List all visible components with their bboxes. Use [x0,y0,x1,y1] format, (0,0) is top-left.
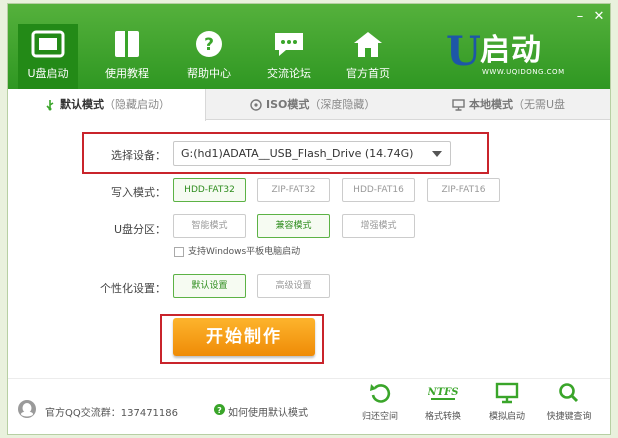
device-select[interactable]: G:(hd1)ADATA__USB_Flash_Drive (14.74G) [173,141,451,166]
chat-icon [275,33,303,56]
nav-tutorial[interactable]: 使用教程 [97,30,157,88]
nav-label: 帮助中心 [187,67,231,80]
nav-label: 交流论坛 [267,67,311,80]
personalize-advanced[interactable]: 高级设置 [257,274,330,298]
home-icon [354,32,382,57]
nav-label: U盘启动 [27,67,69,80]
simulate-boot-tool[interactable]: 模拟启动 [482,382,532,422]
tablet-support-checkbox[interactable] [174,246,184,257]
partition-compatible-mode[interactable]: 兼容模式 [257,214,330,238]
partition-smart-mode[interactable]: 智能模式 [173,214,246,238]
chevron-down-icon[interactable] [432,151,442,157]
brand-url: WWW.UQIDONG.COM [482,68,565,76]
tablet-support-label: 支持Windows平板电脑启动 [188,247,301,257]
tab-local-mode[interactable]: 本地模式（无需U盘 [452,89,565,120]
nav-label: 使用教程 [105,67,149,80]
monitor-icon [452,99,465,111]
tab-main-label: 默认模式 [60,98,104,111]
usb-icon [46,100,54,111]
brand-logo: U 启动 WWW.UQIDONG.COM [446,28,586,80]
disc-icon [250,99,262,111]
start-make-button[interactable]: 开始制作 [173,318,315,356]
tool-label: 归还空间 [361,412,398,422]
tab-sub-label: （深度隐藏） [309,98,376,111]
help-circle-icon: ? [214,404,225,415]
write-mode-label: 写入模式： [111,186,166,199]
partition-label: U盘分区： [113,223,166,236]
help-default-mode-link[interactable]: 如何使用默认模式 [228,404,308,419]
tab-sub-label: （隐藏启动） [104,98,170,111]
close-button[interactable]: ✕ [592,10,606,23]
format-convert-tool[interactable]: NTFS 格式转换 [418,382,468,422]
footer-divider [8,378,610,379]
device-value: G:(hd1)ADATA__USB_Flash_Drive (14.74G) [181,147,414,160]
nav-usb-boot[interactable]: U盘启动 [18,24,78,89]
tool-label: 格式转换 [424,412,461,422]
minimize-button[interactable]: – [573,10,587,23]
tab-main-label: ISO模式 [266,98,310,111]
write-mode-zip-fat32[interactable]: ZIP-FAT32 [257,178,330,202]
personalize-default[interactable]: 默认设置 [173,274,246,298]
tab-iso-mode[interactable]: ISO模式（深度隐藏） [250,89,375,120]
tablet-support-option[interactable]: 支持Windows平板电脑启动 [174,246,300,258]
search-icon [559,383,579,403]
restore-space-tool[interactable]: 归还空间 [355,382,405,422]
app-window: – ✕ U盘启动 使用教程 ? 帮助中心 交流论坛 官方首页 U 启动 WWW.… [7,3,611,435]
nav-forum[interactable]: 交流论坛 [259,30,319,88]
book-icon [115,31,139,57]
brand-letter: U [446,28,481,75]
tool-label: 模拟启动 [488,412,525,422]
brand-name: 启动 [480,33,542,68]
qq-group-text: 官方QQ交流群：137471186 [45,408,179,419]
partition-enhanced-mode[interactable]: 增强模式 [342,214,415,238]
svg-text:?: ? [217,406,222,415]
tab-sub-label: （无需U盘 [513,98,566,111]
ntfs-icon-text: NTFS [428,387,458,398]
device-label: 选择设备： [111,149,166,162]
write-mode-hdd-fat32[interactable]: HDD-FAT32 [173,178,246,202]
nav-homepage[interactable]: 官方首页 [338,30,398,88]
svg-text:?: ? [204,35,214,55]
tab-main-label: 本地模式 [469,98,513,111]
hotkey-query-tool[interactable]: 快捷键查询 [544,382,594,422]
help-icon: ? [196,31,222,57]
write-mode-zip-fat16[interactable]: ZIP-FAT16 [427,178,500,202]
tool-label: 快捷键查询 [546,412,592,422]
nav-label: 官方首页 [346,67,390,80]
qq-icon [18,400,36,418]
ntfs-icon: NTFS [428,387,458,400]
tab-default-mode[interactable]: 默认模式（隐藏启动） [8,89,206,121]
write-mode-hdd-fat16[interactable]: HDD-FAT16 [342,178,415,202]
header-bar: – ✕ U盘启动 使用教程 ? 帮助中心 交流论坛 官方首页 U 启动 WWW.… [8,4,610,89]
nav-help-center[interactable]: ? 帮助中心 [179,30,239,88]
usb-drive-icon [31,30,65,58]
mode-tabs: 默认模式（隐藏启动） ISO模式（深度隐藏） 本地模式（无需U盘 [8,89,610,121]
monitor-icon [495,382,519,404]
personalize-label: 个性化设置： [100,282,166,295]
restore-icon [370,384,391,403]
